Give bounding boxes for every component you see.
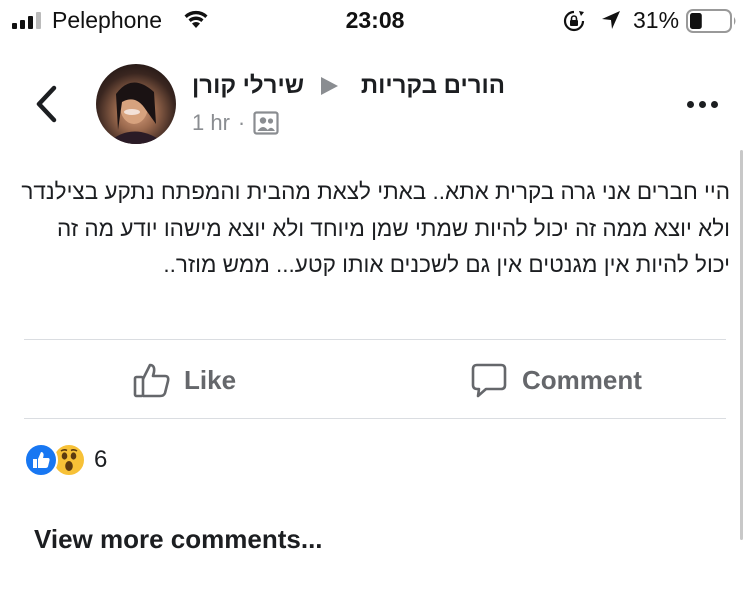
scrollbar[interactable] (740, 150, 743, 540)
author-name[interactable]: שירלי קורן (192, 72, 312, 100)
play-arrow-separator-icon (321, 77, 338, 95)
reaction-count: 6 (94, 446, 108, 473)
group-audience-icon (253, 111, 279, 135)
meta-separator: · (237, 110, 246, 135)
like-reaction-icon (24, 443, 58, 477)
battery-percentage: 31% (633, 7, 680, 33)
dot-icon (686, 100, 694, 108)
more-options-button[interactable] (682, 92, 722, 116)
post-text: היי חברים אני גרה בקרית אתא.. באתי לצאת … (21, 179, 730, 277)
status-bar: Pelephone 23:08 31% (0, 0, 750, 42)
post-meta: 1 hr · (192, 110, 279, 136)
avatar[interactable] (96, 64, 176, 144)
divider (24, 418, 726, 419)
post-timestamp[interactable]: 1 hr (192, 110, 230, 136)
view-more-comments-link[interactable]: View more comments... (34, 524, 323, 555)
thumbs-up-icon (133, 363, 170, 398)
like-label: Like (184, 364, 237, 395)
comment-button[interactable]: Comment (470, 356, 642, 404)
rotation-lock-icon (563, 10, 585, 32)
avatar-photo (114, 82, 160, 144)
comment-label: Comment (522, 364, 642, 395)
reactions-summary[interactable]: 6 (24, 442, 107, 478)
like-button[interactable]: Like (132, 356, 236, 404)
dot-icon (698, 100, 706, 108)
battery-icon (686, 9, 736, 33)
location-arrow-icon (602, 11, 620, 29)
group-name[interactable]: הורים בקריות (361, 72, 505, 100)
dot-icon (710, 100, 718, 108)
divider (24, 339, 726, 340)
back-button[interactable] (28, 82, 68, 126)
comment-bubble-icon (471, 363, 507, 398)
